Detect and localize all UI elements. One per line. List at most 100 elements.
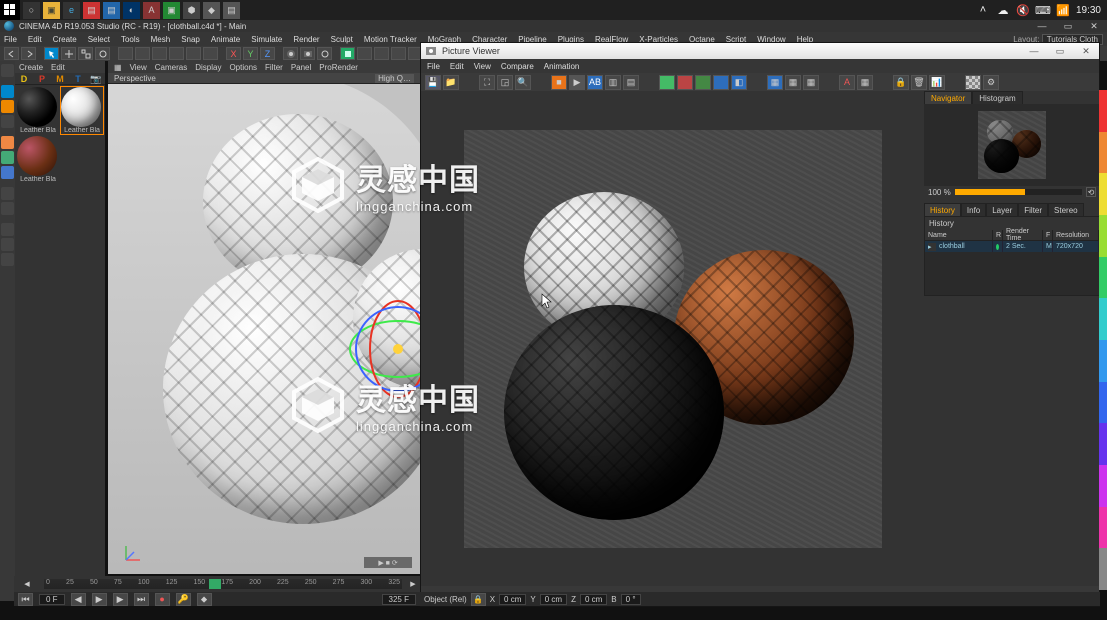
tab-filter[interactable]: Filter xyxy=(1018,203,1048,216)
pv-compare-b-button[interactable]: ▤ xyxy=(623,75,639,90)
z-axis-lock-button[interactable]: Z xyxy=(260,47,275,60)
maximize-button[interactable]: ▭ xyxy=(1055,20,1081,32)
x-axis-lock-button[interactable]: X xyxy=(226,47,241,60)
workplane-button[interactable] xyxy=(1,202,14,215)
col-r[interactable]: R xyxy=(993,230,1003,240)
tray-volume-icon[interactable]: 🔇 xyxy=(1016,3,1030,17)
menu-select[interactable]: Select xyxy=(88,35,110,44)
tool-btn[interactable] xyxy=(186,47,201,60)
close-button[interactable]: ✕ xyxy=(1081,20,1107,32)
task-app7-icon[interactable]: ▤ xyxy=(223,2,240,19)
prev-key-button[interactable]: ◀ xyxy=(71,593,86,606)
pvmenu-file[interactable]: File xyxy=(427,62,440,71)
material-filter-p[interactable]: P xyxy=(33,73,51,85)
render-pv-button[interactable] xyxy=(300,47,315,60)
tool-btn[interactable] xyxy=(203,47,218,60)
timeline-marker[interactable] xyxy=(209,579,221,589)
pv-zoom-button[interactable]: 🔍 xyxy=(515,75,531,90)
pv-titlebar[interactable]: Picture Viewer — ▭ ✕ xyxy=(421,43,1099,59)
menu-mesh[interactable]: Mesh xyxy=(151,35,171,44)
vpmenu-view[interactable]: View xyxy=(130,63,147,72)
pv-filter1-button[interactable]: ▦ xyxy=(767,75,783,90)
pv-filter2-button[interactable]: ▦ xyxy=(785,75,801,90)
model-mode-button[interactable] xyxy=(1,85,14,98)
tool-btn[interactable] xyxy=(135,47,150,60)
b-field[interactable]: 0 ° xyxy=(621,594,641,605)
material-black[interactable]: Leather Bla xyxy=(17,87,59,134)
col-time[interactable]: Render Time xyxy=(1003,230,1043,240)
pv-close-button[interactable]: ✕ xyxy=(1073,43,1099,59)
col-name[interactable]: Name xyxy=(925,230,993,240)
locked-wp-button[interactable] xyxy=(1,238,14,251)
pvmenu-view[interactable]: View xyxy=(474,62,491,71)
edge-mode-button[interactable] xyxy=(1,151,14,164)
menu-tools[interactable]: Tools xyxy=(121,35,140,44)
current-frame-field[interactable]: 0 F xyxy=(39,594,65,605)
tool-btn[interactable] xyxy=(118,47,133,60)
minimize-button[interactable]: — xyxy=(1029,20,1055,32)
taskbar-clock[interactable]: 19:30 xyxy=(1076,5,1101,16)
task-app3-icon[interactable]: A xyxy=(143,2,160,19)
material-filter-d[interactable]: D xyxy=(15,73,33,85)
point-mode-button[interactable] xyxy=(1,136,14,149)
next-key-button[interactable]: ▶ xyxy=(113,593,128,606)
material-filter-m[interactable]: M xyxy=(51,73,69,85)
tray-cloud-icon[interactable]: ☁ xyxy=(996,3,1010,17)
spline-button[interactable] xyxy=(357,47,372,60)
tool-btn[interactable] xyxy=(169,47,184,60)
vpmenu-prorender[interactable]: ProRender xyxy=(319,63,358,72)
select-tool-button[interactable] xyxy=(44,47,59,60)
pv-fit-button[interactable]: ◲ xyxy=(497,75,513,90)
y-field[interactable]: 0 cm xyxy=(540,594,567,605)
viewport-render-badge[interactable]: ▶ ■ ⟳ xyxy=(364,557,412,568)
viewport-tab[interactable]: Perspective High Q… xyxy=(108,73,420,84)
pv-channel-rgb-button[interactable] xyxy=(659,75,675,90)
task-app4-icon[interactable]: ▣ xyxy=(163,2,180,19)
object-mode-button[interactable] xyxy=(1,100,14,113)
snap-button[interactable] xyxy=(1,223,14,236)
pv-stop-button[interactable]: ■ xyxy=(551,75,567,90)
pv-hist-button[interactable]: 📊 xyxy=(929,75,945,90)
tab-history[interactable]: History xyxy=(924,203,961,216)
pvmenu-edit[interactable]: Edit xyxy=(450,62,464,71)
tab-info[interactable]: Info xyxy=(961,203,986,216)
menu-snap[interactable]: Snap xyxy=(181,35,200,44)
pv-grid-button[interactable]: ▦ xyxy=(857,75,873,90)
tool-btn[interactable] xyxy=(152,47,167,60)
pv-channel-b-button[interactable] xyxy=(713,75,729,90)
history-row[interactable]: ▸clothball 2 Sec. M 720x720 xyxy=(925,241,1099,252)
pvmenu-animation[interactable]: Animation xyxy=(544,62,580,71)
undo-button[interactable] xyxy=(4,47,19,60)
task-app2-icon[interactable]: ▤ xyxy=(103,2,120,19)
pv-checker-button[interactable] xyxy=(965,75,981,90)
pv-folder-button[interactable]: 📁 xyxy=(443,75,459,90)
planar-wp-button[interactable] xyxy=(1,253,14,266)
rotate-tool-button[interactable] xyxy=(95,47,110,60)
material-filter-t[interactable]: T xyxy=(69,73,87,85)
deformer-button[interactable] xyxy=(391,47,406,60)
timeline-handle-right[interactable]: ▶ xyxy=(406,580,420,588)
material-menu-edit[interactable]: Edit xyxy=(51,63,65,72)
task-cortana-icon[interactable]: ○ xyxy=(23,2,40,19)
pv-save-button[interactable]: 💾 xyxy=(425,75,441,90)
pvmenu-compare[interactable]: Compare xyxy=(501,62,534,71)
goto-end-button[interactable]: ⏭ xyxy=(134,593,149,606)
pv-channel-g-button[interactable] xyxy=(695,75,711,90)
menu-edit[interactable]: Edit xyxy=(28,35,42,44)
timeline-ruler[interactable]: 0255075100125150175200225250275300325 xyxy=(44,579,402,589)
menu-file[interactable]: File xyxy=(4,35,17,44)
col-res[interactable]: Resolution xyxy=(1053,230,1099,240)
menu-sculpt[interactable]: Sculpt xyxy=(331,35,353,44)
tab-layer[interactable]: Layer xyxy=(986,203,1018,216)
keyframe-sel-button[interactable]: ⬥ xyxy=(197,593,212,606)
timeline[interactable]: ◀ 0255075100125150175200225250275300325 … xyxy=(14,576,420,592)
navigator-zoom-reset-button[interactable]: ⟲ xyxy=(1086,187,1096,197)
redo-button[interactable] xyxy=(21,47,36,60)
material-brown[interactable]: Leather Bla xyxy=(17,136,59,183)
render-view-button[interactable] xyxy=(283,47,298,60)
task-app6-icon[interactable]: ◆ xyxy=(203,2,220,19)
axis-mode-button[interactable] xyxy=(1,115,14,128)
tray-ime-icon[interactable]: ⌨ xyxy=(1036,3,1050,17)
vpmenu-panel[interactable]: Panel xyxy=(291,63,311,72)
c4d-titlebar[interactable]: CINEMA 4D R19.053 Studio (RC - R19) - [c… xyxy=(0,20,1107,32)
